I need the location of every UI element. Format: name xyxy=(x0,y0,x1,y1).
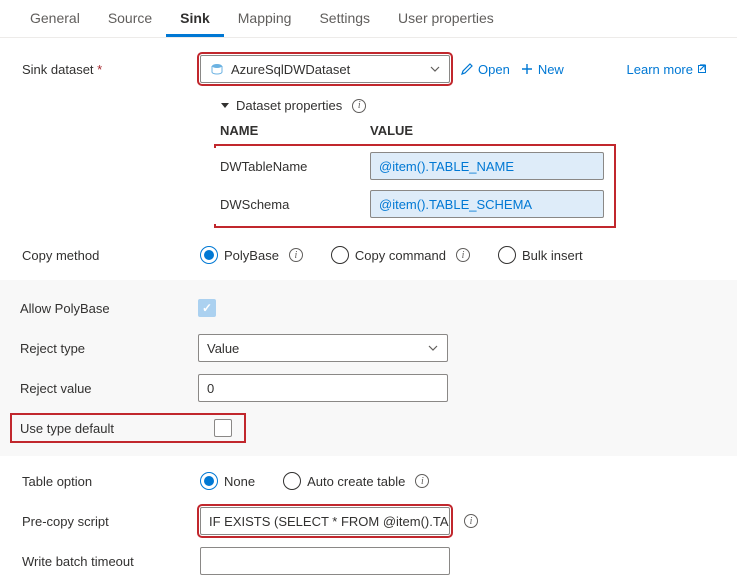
param-name: DWSchema xyxy=(220,197,370,212)
chevron-down-icon xyxy=(427,342,439,354)
pre-copy-label: Pre-copy script xyxy=(22,514,200,529)
tab-general[interactable]: General xyxy=(16,0,94,37)
learn-more-link[interactable]: Learn more xyxy=(627,62,711,77)
param-value-input[interactable]: @item().TABLE_NAME xyxy=(370,152,604,180)
polybase-panel: Allow PolyBase Reject type Value Reject … xyxy=(0,280,737,456)
use-type-default-label: Use type default xyxy=(14,421,192,436)
allow-polybase-checkbox[interactable] xyxy=(198,299,216,317)
table-option-none[interactable]: None xyxy=(200,472,255,490)
tab-source[interactable]: Source xyxy=(94,0,166,37)
tab-settings[interactable]: Settings xyxy=(305,0,384,37)
sink-dataset-value: AzureSqlDWDataset xyxy=(231,62,429,77)
param-value-input[interactable]: @item().TABLE_SCHEMA xyxy=(370,190,604,218)
info-icon[interactable]: i xyxy=(289,248,303,262)
reject-type-dropdown[interactable]: Value xyxy=(198,334,448,362)
new-dataset-link[interactable]: New xyxy=(520,62,564,77)
copy-method-label: Copy method xyxy=(22,248,200,263)
pre-copy-script-input[interactable]: IF EXISTS (SELECT * FROM @item().TA… xyxy=(200,507,450,535)
reject-value-label: Reject value xyxy=(20,381,198,396)
table-option-label: Table option xyxy=(22,474,200,489)
reject-value-input[interactable]: 0 xyxy=(198,374,448,402)
tab-mapping[interactable]: Mapping xyxy=(224,0,306,37)
chevron-down-icon xyxy=(429,63,441,75)
collapse-icon xyxy=(220,101,230,111)
info-icon[interactable]: i xyxy=(456,248,470,262)
param-name: DWTableName xyxy=(220,159,370,174)
reject-type-label: Reject type xyxy=(20,341,198,356)
props-name-header: NAME xyxy=(220,123,370,138)
info-icon[interactable]: i xyxy=(352,99,366,113)
copy-method-bulkinsert[interactable]: Bulk insert xyxy=(498,246,583,264)
use-type-default-checkbox[interactable] xyxy=(214,419,232,437)
copy-method-polybase[interactable]: PolyBase i xyxy=(200,246,303,264)
external-link-icon xyxy=(697,62,711,76)
dataset-icon xyxy=(209,61,225,77)
props-value-header: VALUE xyxy=(370,123,413,138)
dataset-properties-header[interactable]: Dataset properties i xyxy=(220,98,717,113)
copy-method-copycommand[interactable]: Copy command i xyxy=(331,246,470,264)
sink-dataset-label: Sink dataset * xyxy=(22,62,200,77)
tab-bar: General Source Sink Mapping Settings Use… xyxy=(0,0,737,38)
info-icon[interactable]: i xyxy=(464,514,478,528)
plus-icon xyxy=(520,62,534,76)
open-dataset-link[interactable]: Open xyxy=(460,62,510,77)
sink-dataset-dropdown[interactable]: AzureSqlDWDataset xyxy=(200,55,450,83)
table-option-autocreate[interactable]: Auto create table i xyxy=(283,472,429,490)
tab-sink[interactable]: Sink xyxy=(166,0,224,37)
tab-user-properties[interactable]: User properties xyxy=(384,0,508,37)
write-batch-timeout-input[interactable] xyxy=(200,547,450,575)
allow-polybase-label: Allow PolyBase xyxy=(20,301,198,316)
pencil-icon xyxy=(460,62,474,76)
write-batch-timeout-label: Write batch timeout xyxy=(22,554,200,569)
info-icon[interactable]: i xyxy=(415,474,429,488)
